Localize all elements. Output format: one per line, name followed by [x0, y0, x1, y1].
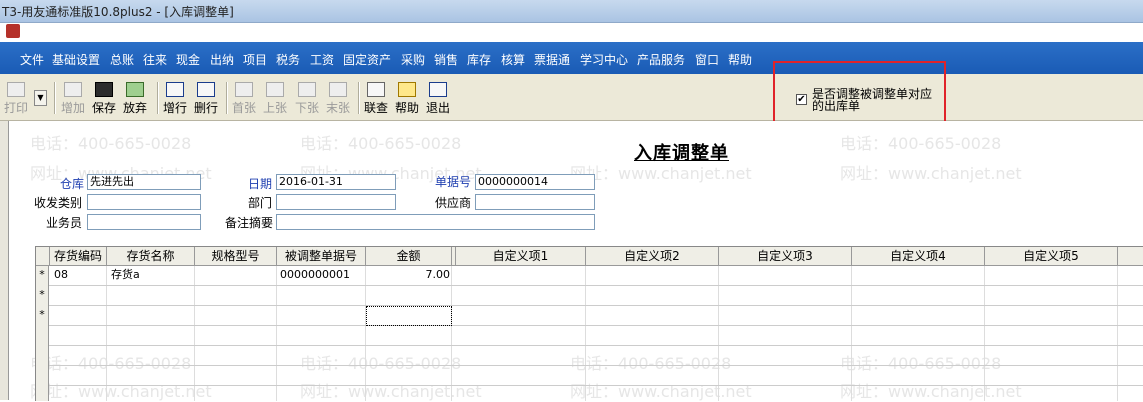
window-title: T3-用友通标准版10.8plus2 - [入库调整单]: [2, 5, 234, 19]
exit-icon: [429, 82, 447, 97]
column-header-custom-4[interactable]: 自定义项4: [852, 247, 985, 266]
column-header-adjusted-doc-no[interactable]: 被调整单据号: [277, 247, 366, 266]
next-icon: [298, 82, 316, 97]
salesperson-label: 业务员: [46, 216, 83, 230]
menu-cashier[interactable]: 出纳: [210, 51, 234, 68]
help-button[interactable]: 帮助: [395, 80, 419, 116]
table-row[interactable]: * 08 存货a 0000000001 7.00: [36, 266, 1143, 286]
discard-icon: [126, 82, 144, 97]
grid-corner: [36, 247, 50, 266]
exit-button[interactable]: 退出: [426, 80, 450, 116]
detail-grid: 存货编码 存货名称 规格型号 被调整单据号 金额 自定义项1 自定义项2 自定义…: [35, 246, 1143, 401]
salesperson-field[interactable]: [87, 214, 201, 230]
menu-costing[interactable]: 核算: [501, 51, 525, 68]
column-header-custom-3[interactable]: 自定义项3: [719, 247, 852, 266]
save-button[interactable]: 保存: [92, 80, 116, 116]
menu-learning-center[interactable]: 学习中心: [580, 51, 628, 68]
focused-cell[interactable]: [366, 306, 452, 326]
menu-billing[interactable]: 票据通: [534, 51, 570, 68]
new-document-icon: [64, 82, 82, 97]
column-header-custom-5[interactable]: 自定义项5: [985, 247, 1118, 266]
menu-help[interactable]: 帮助: [728, 51, 752, 68]
table-row[interactable]: [36, 326, 1143, 346]
remark-field[interactable]: [276, 214, 595, 230]
menu-general-ledger[interactable]: 总账: [110, 51, 134, 68]
cell-item-code[interactable]: 08: [54, 266, 68, 284]
left-margin: [0, 121, 9, 400]
add-button[interactable]: 增加: [61, 80, 85, 116]
table-row[interactable]: *: [36, 306, 1143, 326]
menu-window[interactable]: 窗口: [695, 51, 719, 68]
toolbar: 打印 ▼ 增加 保存 放弃 增行 删行 首张 上张 下张 末张 联查 帮助 退出: [0, 74, 1143, 121]
document-number-label: 单据号: [435, 175, 472, 189]
add-row-icon: [166, 82, 184, 97]
previous-icon: [266, 82, 284, 97]
menu-inventory[interactable]: 库存: [467, 51, 491, 68]
linked-query-icon: [367, 82, 385, 97]
delete-row-button[interactable]: 删行: [194, 80, 218, 116]
discard-button[interactable]: 放弃: [123, 80, 147, 116]
department-field[interactable]: [276, 194, 396, 210]
remark-label: 备注摘要: [225, 216, 274, 230]
first-record-button[interactable]: 首张: [232, 80, 256, 116]
document-title: 入库调整单: [634, 143, 729, 164]
print-button[interactable]: 打印: [4, 80, 28, 116]
menu-bar: 文件 基础设置 总账 往来 现金 出纳 项目 税务 工资 固定资产 采购 销售 …: [0, 42, 1143, 74]
menu-product-services[interactable]: 产品服务: [637, 51, 685, 68]
menu-purchase[interactable]: 采购: [401, 51, 425, 68]
receive-dispatch-type-label: 收发类别: [34, 196, 83, 210]
cell-item-name[interactable]: 存货a: [111, 266, 140, 284]
floppy-disk-icon: [95, 82, 113, 97]
cell-adjusted-doc-no[interactable]: 0000000001: [280, 266, 350, 284]
menu-fixed-assets[interactable]: 固定资产: [343, 51, 391, 68]
menu-receivables[interactable]: 往来: [143, 51, 167, 68]
receive-dispatch-type-field[interactable]: [87, 194, 201, 210]
document-number-field[interactable]: 0000000014: [475, 174, 595, 190]
next-record-button[interactable]: 下张: [295, 80, 319, 116]
add-row-button[interactable]: 增行: [163, 80, 187, 116]
column-header-custom-1[interactable]: 自定义项1: [456, 247, 586, 266]
warehouse-label: 仓库: [60, 177, 85, 191]
adjust-outbound-checkbox[interactable]: ✔: [796, 94, 807, 105]
first-page-icon: [235, 82, 253, 97]
menu-sales[interactable]: 销售: [434, 51, 458, 68]
date-field[interactable]: 2016-01-31: [276, 174, 396, 190]
row-marker[interactable]: *: [36, 286, 49, 306]
warehouse-field[interactable]: 先进先出: [87, 174, 201, 190]
table-row[interactable]: [36, 386, 1143, 401]
table-row[interactable]: [36, 346, 1143, 366]
supplier-field[interactable]: [475, 194, 595, 210]
last-page-icon: [329, 82, 347, 97]
title-bar: T3-用友通标准版10.8plus2 - [入库调整单]: [0, 0, 1143, 23]
department-label: 部门: [248, 196, 273, 210]
help-icon: [398, 82, 416, 97]
date-label: 日期: [248, 177, 273, 191]
app-icon[interactable]: [6, 24, 20, 38]
linked-query-button[interactable]: 联查: [364, 80, 388, 116]
row-marker[interactable]: *: [36, 266, 49, 286]
delete-row-icon: [197, 82, 215, 97]
menu-tax[interactable]: 税务: [276, 51, 300, 68]
supplier-label: 供应商: [435, 196, 472, 210]
table-row[interactable]: [36, 366, 1143, 386]
column-header-spec[interactable]: 规格型号: [195, 247, 277, 266]
row-marker[interactable]: *: [36, 306, 49, 326]
previous-record-button[interactable]: 上张: [263, 80, 287, 116]
printer-icon: [7, 82, 25, 97]
last-record-button[interactable]: 末张: [326, 80, 350, 116]
menu-basic-settings[interactable]: 基础设置: [52, 51, 100, 68]
menu-file[interactable]: 文件: [20, 51, 44, 68]
adjust-outbound-checkbox-label: 是否调整被调整单对应的出库单: [812, 87, 933, 113]
column-header-item-code[interactable]: 存货编码: [50, 247, 107, 266]
column-header-amount[interactable]: 金额: [366, 247, 452, 266]
column-header-item-name[interactable]: 存货名称: [107, 247, 195, 266]
column-header-custom-2[interactable]: 自定义项2: [586, 247, 719, 266]
menu-payroll[interactable]: 工资: [310, 51, 334, 68]
menu-project[interactable]: 项目: [243, 51, 267, 68]
column-header-filler: [1118, 247, 1143, 266]
print-dropdown-arrow[interactable]: ▼: [34, 90, 47, 106]
cell-amount[interactable]: 7.00: [366, 266, 451, 284]
menu-cash[interactable]: 现金: [176, 51, 200, 68]
table-row[interactable]: *: [36, 286, 1143, 306]
